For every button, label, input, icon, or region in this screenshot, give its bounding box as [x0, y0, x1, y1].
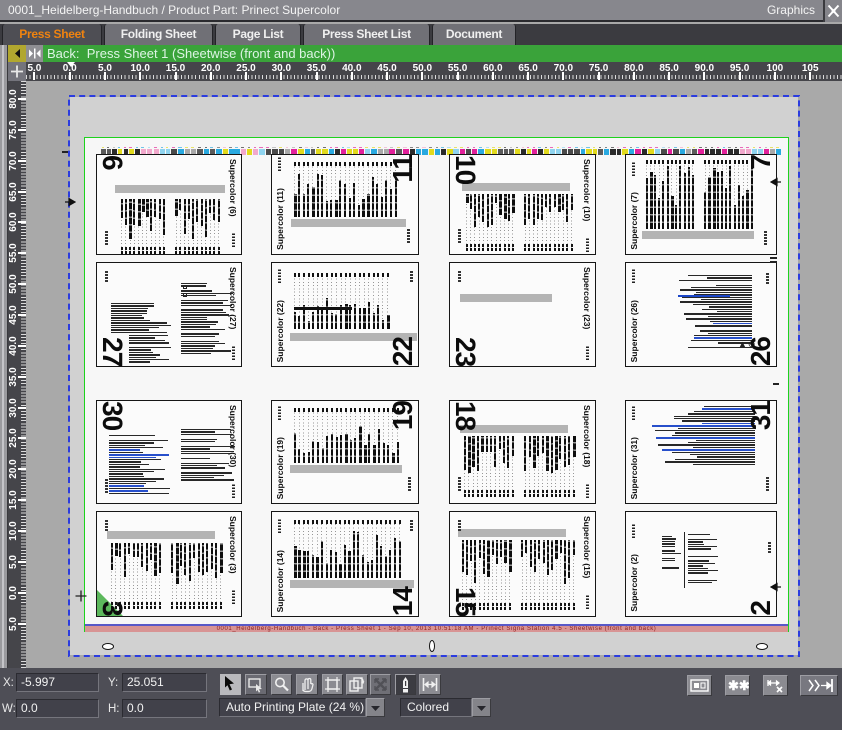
svg-text:✱✱: ✱✱ — [728, 678, 749, 693]
